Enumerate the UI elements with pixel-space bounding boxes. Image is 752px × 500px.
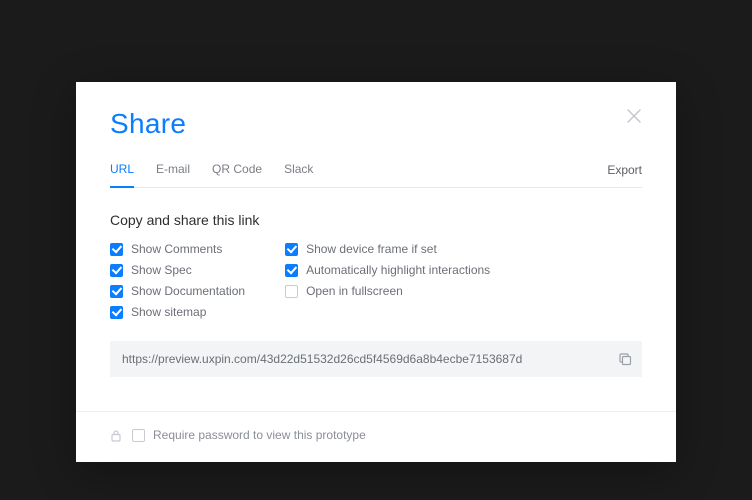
tab-email[interactable]: E-mail	[156, 162, 190, 187]
tab-qrcode[interactable]: QR Code	[212, 162, 262, 187]
option-show-documentation[interactable]: Show Documentation	[110, 284, 245, 298]
option-label: Automatically highlight interactions	[306, 263, 490, 277]
tab-slack[interactable]: Slack	[284, 162, 313, 187]
option-label: Show Comments	[131, 242, 222, 256]
tab-url[interactable]: URL	[110, 162, 134, 188]
option-show-sitemap[interactable]: Show sitemap	[110, 305, 245, 319]
option-label: Show device frame if set	[306, 242, 437, 256]
option-require-password[interactable]: Require password to view this prototype	[132, 428, 366, 442]
share-url-box: https://preview.uxpin.com/43d22d51532d26…	[110, 341, 642, 377]
share-modal: Share URL E-mail QR Code Slack Export Co…	[76, 82, 676, 462]
option-device-frame[interactable]: Show device frame if set	[285, 242, 490, 256]
option-label: Show Documentation	[131, 284, 245, 298]
modal-title: Share	[110, 108, 186, 140]
option-show-comments[interactable]: Show Comments	[110, 242, 245, 256]
option-highlight-interactions[interactable]: Automatically highlight interactions	[285, 263, 490, 277]
checkbox-icon	[110, 306, 123, 319]
section-title: Copy and share this link	[110, 212, 642, 228]
option-label: Show sitemap	[131, 305, 206, 319]
close-icon[interactable]	[626, 108, 642, 124]
option-label: Require password to view this prototype	[153, 428, 366, 442]
checkbox-icon	[110, 285, 123, 298]
option-open-fullscreen[interactable]: Open in fullscreen	[285, 284, 490, 298]
share-tabs: URL E-mail QR Code Slack	[110, 162, 313, 187]
checkbox-icon	[110, 264, 123, 277]
option-label: Show Spec	[131, 263, 192, 277]
checkbox-icon	[285, 285, 298, 298]
checkbox-icon	[285, 264, 298, 277]
option-label: Open in fullscreen	[306, 284, 403, 298]
share-url-text[interactable]: https://preview.uxpin.com/43d22d51532d26…	[122, 352, 522, 366]
lock-icon	[110, 429, 122, 442]
checkbox-icon	[132, 429, 145, 442]
checkbox-icon	[285, 243, 298, 256]
export-link[interactable]: Export	[607, 163, 642, 187]
modal-footer: Require password to view this prototype	[76, 411, 676, 462]
option-show-spec[interactable]: Show Spec	[110, 263, 245, 277]
copy-icon[interactable]	[618, 352, 632, 366]
checkbox-icon	[110, 243, 123, 256]
